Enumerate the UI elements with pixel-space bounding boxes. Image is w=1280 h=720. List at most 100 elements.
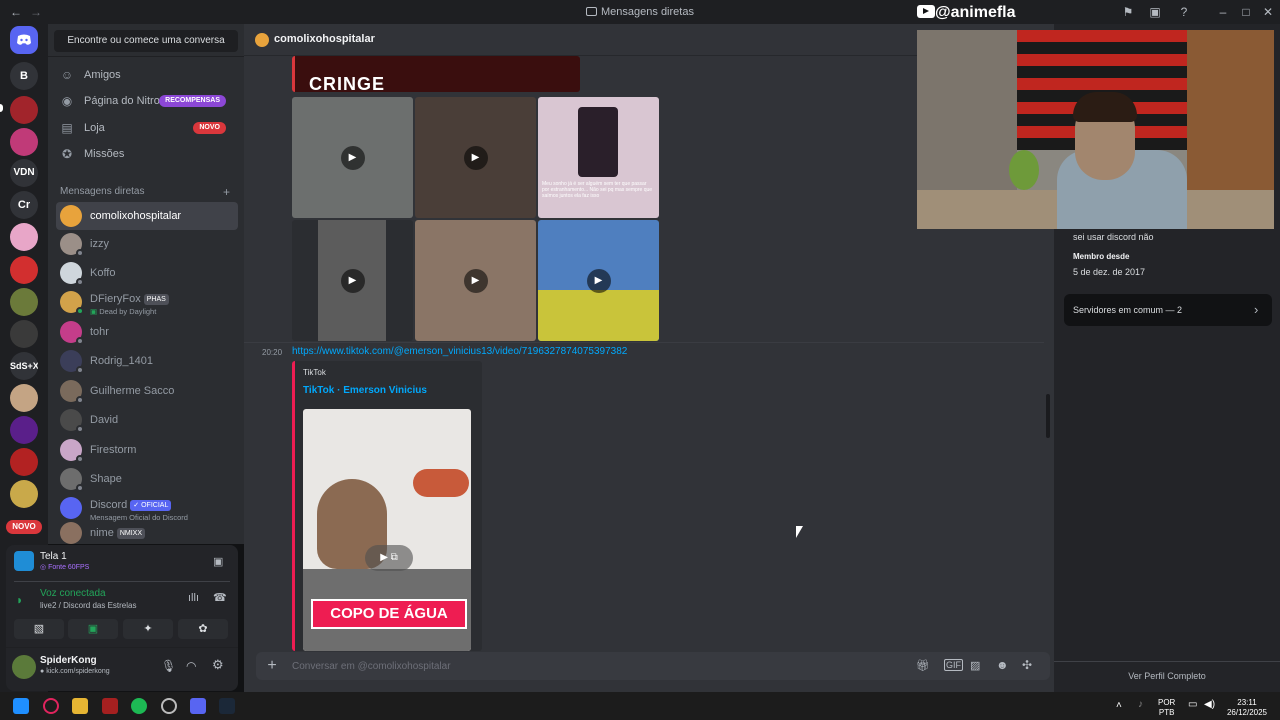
stop-stream-icon[interactable]: ▣ — [213, 555, 223, 568]
dm-item[interactable]: Guilherme Sacco — [56, 377, 238, 405]
server-icon[interactable] — [10, 128, 38, 156]
new-badge[interactable]: NOVO — [6, 520, 42, 534]
video-app-icon[interactable] — [102, 698, 118, 714]
nav-nitro[interactable]: ◉ Página do Nitro RECOMPENSAS — [56, 88, 236, 114]
apps-icon[interactable]: ✣ — [1022, 658, 1032, 672]
mutual-servers-button[interactable]: Servidores em comum — 2 › — [1064, 294, 1272, 326]
dm-item[interactable]: izzy — [56, 230, 238, 258]
volume-icon[interactable]: ◀) — [1204, 699, 1215, 710]
emoji-icon[interactable]: ☻ — [996, 658, 1009, 672]
server-icon[interactable] — [10, 384, 38, 412]
youtube-icon — [917, 5, 935, 18]
user-name: SpiderKong — [40, 655, 97, 666]
nav-quests[interactable]: ✪ Missões — [56, 141, 236, 167]
dm-item[interactable]: comolixohospitalar — [56, 202, 238, 230]
tiktok-embed: TikTok TikTok · Emerson Vinicius ▶ ⧉ COP… — [292, 361, 482, 651]
video-thumbnail[interactable]: ▶ — [292, 220, 413, 341]
windows-start-icon[interactable] — [13, 698, 29, 714]
dm-item[interactable]: Firestorm — [56, 436, 238, 464]
inbox-tray-icon[interactable]: ▣ — [1147, 4, 1163, 20]
file-explorer-icon[interactable] — [72, 698, 88, 714]
server-icon[interactable] — [10, 416, 38, 444]
soundboard-button[interactable]: ✿ — [178, 619, 228, 639]
server-icon[interactable] — [10, 288, 38, 316]
avatar — [60, 380, 84, 404]
server-icon[interactable]: B — [10, 62, 38, 90]
spotify-icon[interactable] — [131, 698, 147, 714]
server-icon[interactable]: Cr — [10, 191, 38, 219]
help-icon[interactable]: ? — [1176, 4, 1192, 20]
discord-taskbar-icon[interactable] — [190, 698, 206, 714]
dm-section-header: Mensagens diretas + — [60, 185, 230, 199]
dm-item[interactable]: tohr — [56, 318, 238, 346]
server-icon[interactable] — [10, 256, 38, 284]
message-link[interactable]: https://www.tiktok.com/@emerson_vinicius… — [292, 346, 627, 357]
cringe-image[interactable]: CRINGE — [292, 56, 580, 92]
obs-icon[interactable] — [161, 698, 177, 714]
server-icon[interactable]: SdS+X — [10, 352, 38, 380]
server-icon[interactable] — [10, 223, 38, 251]
disconnect-icon[interactable]: ☎ — [213, 591, 227, 604]
server-icon[interactable] — [10, 96, 38, 124]
server-icon[interactable] — [10, 480, 38, 508]
video-thumbnail[interactable]: ▶ — [538, 220, 659, 341]
gif-icon[interactable]: GIF — [944, 659, 963, 671]
flag-icon[interactable]: ⚑ — [1120, 4, 1136, 20]
dm-item[interactable]: Rodrig_1401 — [56, 347, 238, 375]
video-thumbnail[interactable]: ▶ ⧉ COPO DE ÁGUA — [303, 409, 471, 651]
dm-item[interactable]: Shape — [56, 465, 238, 493]
nav-friends[interactable]: ☺ Amigos — [56, 62, 236, 88]
server-icon[interactable] — [10, 320, 38, 348]
view-full-profile-button[interactable]: Ver Perfil Completo — [1054, 671, 1280, 681]
dm-item[interactable]: nime NMIXX — [56, 522, 238, 544]
avatar — [60, 468, 84, 492]
play-icon[interactable]: ▶ ⧉ — [365, 545, 413, 571]
minimize-icon[interactable]: – — [1215, 4, 1231, 20]
clock[interactable]: 23:11 26/12/2025 — [1224, 698, 1270, 718]
taskbar: ˄ ♪ POR PTB ▭ ◀) 23:11 26/12/2025 — [0, 692, 1280, 720]
plus-icon[interactable]: + — [223, 185, 230, 199]
search-conversation-button[interactable]: Encontre ou comece uma conversa — [54, 30, 238, 52]
video-thumbnail[interactable]: ▶ — [415, 220, 536, 341]
screen-share-button[interactable]: ▣ — [68, 619, 118, 639]
voice-channel[interactable]: live2 / Discord das Estrelas — [40, 601, 136, 610]
sticker-icon[interactable]: ▨ — [970, 659, 980, 672]
message-input[interactable]: Conversar em @comolixohospitalar — [292, 661, 892, 672]
network-icon[interactable]: ▭ — [1188, 699, 1197, 710]
embed-title[interactable]: TikTok · Emerson Vinicius — [303, 385, 427, 396]
chevron-up-icon[interactable]: ˄ — [1116, 700, 1122, 711]
video-thumbnail[interactable]: ▶ — [292, 97, 413, 218]
microphone-icon[interactable]: 🎙︎ — [161, 659, 176, 673]
discord-home-icon[interactable] — [10, 26, 38, 54]
avatar — [60, 321, 84, 345]
headphones-icon[interactable]: ◠ — [186, 659, 196, 673]
maximize-icon[interactable]: □ — [1238, 4, 1254, 20]
add-attachment-icon[interactable]: + — [262, 656, 282, 676]
settings-icon[interactable]: ⚙ — [212, 657, 224, 673]
nav-shop[interactable]: ▤ Loja NOVO — [56, 115, 236, 141]
image-thumbnail[interactable]: Meu sonho já é ser alguém sem ter que pa… — [538, 97, 659, 218]
webcam-feed — [917, 30, 1274, 229]
dm-item[interactable]: Koffo — [56, 259, 238, 287]
close-icon[interactable]: ✕ — [1260, 4, 1276, 20]
dm-item[interactable]: DFieryFox PHAS ▣ Dead by Daylight — [56, 288, 238, 316]
camera-toggle-button[interactable]: ▧ — [14, 619, 64, 639]
microphone-tray-icon[interactable]: ♪ — [1138, 699, 1143, 710]
steam-icon[interactable] — [219, 698, 235, 714]
gift-icon[interactable]: 🎁︎ — [916, 659, 930, 672]
avatar — [60, 233, 84, 257]
dm-item[interactable]: Discord ✓ OFICIAL Mensagem Oficial do Dis… — [56, 494, 238, 522]
recipient-name[interactable]: comolixohospitalar — [274, 33, 375, 45]
avatar[interactable] — [12, 655, 36, 679]
soundboard-icon[interactable]: ıllı — [188, 592, 199, 604]
language-indicator[interactable]: POR PTB — [1158, 698, 1175, 718]
video-thumbnail[interactable]: ▶ — [415, 97, 536, 218]
activities-button[interactable]: ✦ — [123, 619, 173, 639]
server-icon[interactable]: VDN — [10, 159, 38, 187]
plush-figure — [1009, 150, 1039, 190]
server-icon[interactable] — [10, 448, 38, 476]
scrollbar-thumb[interactable] — [1046, 394, 1050, 438]
voice-status[interactable]: Voz conectada — [40, 588, 106, 599]
dm-item[interactable]: David — [56, 406, 238, 434]
opera-icon[interactable] — [43, 698, 59, 714]
